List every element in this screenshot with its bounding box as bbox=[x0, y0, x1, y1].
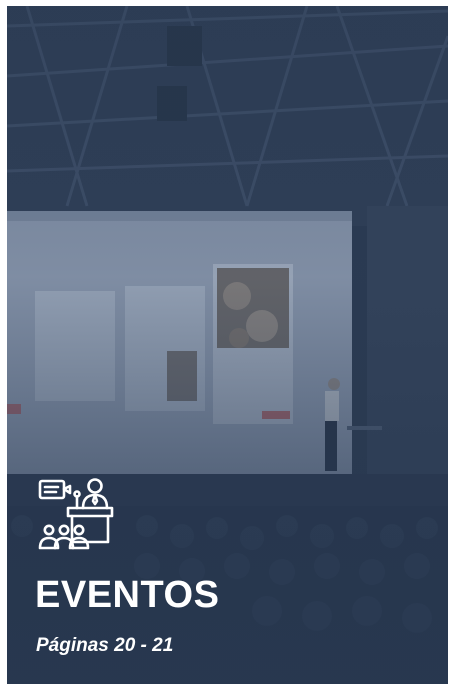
event-card[interactable]: EVENTOS Páginas 20 - 21 bbox=[7, 6, 448, 684]
section-title: EVENTOS bbox=[35, 574, 220, 616]
presenter-at-podium-icon bbox=[38, 478, 118, 554]
page-range: Páginas 20 - 21 bbox=[36, 635, 174, 656]
